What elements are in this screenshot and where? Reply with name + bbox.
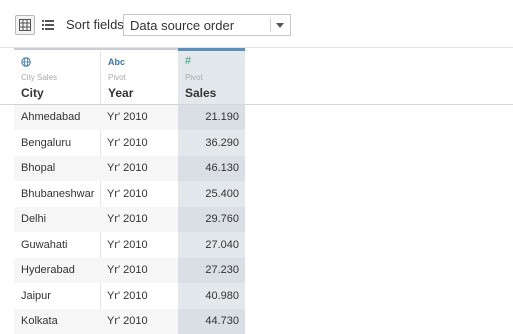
cell-year: Yr' 2010 — [107, 289, 148, 302]
cell-sales: 25.400 — [205, 187, 239, 200]
cell-year: Yr' 2010 — [100, 105, 178, 130]
cell-city: Ahmedabad — [14, 105, 100, 130]
cell-city: Guwahati — [21, 238, 68, 251]
table-row: Bhubaneshwar Yr' 2010 25.400 — [0, 182, 245, 207]
sort-fields-value: Data source order — [130, 18, 235, 33]
cell-sales: 44.730 — [178, 309, 245, 334]
sort-fields-label: Sort fields — [66, 17, 124, 32]
cell-city: Hyderabad — [14, 258, 100, 283]
table-row: Bhopal Yr' 2010 46.130 — [0, 156, 245, 181]
table-row: Delhi Yr' 2010 29.760 — [0, 207, 245, 232]
table-row: Ahmedabad Yr' 2010 21.190 — [0, 105, 245, 130]
table-row: Guwahati Yr' 2010 27.040 — [0, 233, 245, 258]
toolbar: Sort fields Data source order — [0, 0, 513, 48]
grid-view-button[interactable] — [15, 15, 35, 35]
cell-year: Yr' 2010 — [100, 309, 178, 334]
chevron-down-icon — [276, 23, 284, 28]
cell-year: Yr' 2010 — [100, 258, 178, 283]
list-icon — [42, 20, 54, 30]
abc-icon: Abc — [108, 57, 126, 67]
sales-column-selected-bar — [178, 48, 245, 51]
table-row: Kolkata Yr' 2010 44.730 — [0, 309, 245, 334]
hash-icon: # — [185, 55, 192, 67]
cell-sales: 29.760 — [178, 207, 245, 232]
cell-city: Kolkata — [14, 309, 100, 334]
cell-sales: 40.980 — [205, 289, 239, 302]
cell-city: Jaipur — [21, 289, 51, 302]
list-view-button[interactable] — [38, 15, 58, 35]
table-row: Hyderabad Yr' 2010 27.230 — [0, 258, 245, 283]
table-row: Bengaluru Yr' 2010 36.290 — [0, 131, 245, 156]
grid-icon — [19, 19, 31, 31]
cell-sales: 36.290 — [205, 136, 239, 149]
cell-sales: 46.130 — [178, 156, 245, 181]
cell-year: Yr' 2010 — [100, 207, 178, 232]
cell-year: Yr' 2010 — [100, 156, 178, 181]
cell-sales: 27.230 — [178, 258, 245, 283]
cell-year: Yr' 2010 — [107, 187, 148, 200]
globe-icon — [21, 57, 31, 69]
table-row: Jaipur Yr' 2010 40.980 — [0, 284, 245, 309]
cell-city: Bengaluru — [21, 136, 72, 149]
cell-year: Yr' 2010 — [107, 238, 148, 251]
cell-year: Yr' 2010 — [107, 136, 148, 149]
cell-city: Delhi — [14, 207, 100, 232]
sort-fields-select[interactable]: Data source order — [123, 14, 291, 36]
cell-sales: 21.190 — [178, 105, 245, 130]
cell-sales: 27.040 — [205, 238, 239, 251]
cell-city: Bhubaneshwar — [21, 187, 95, 200]
cell-city: Bhopal — [14, 156, 100, 181]
